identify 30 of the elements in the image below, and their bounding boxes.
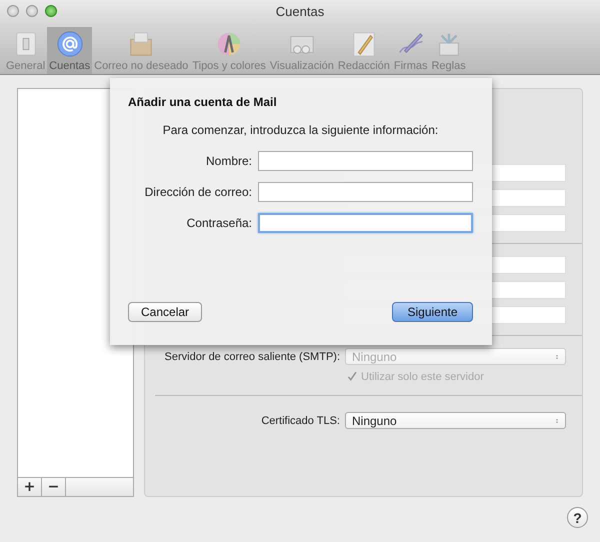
field-label: Nombre: bbox=[206, 154, 252, 168]
toolbar-tab[interactable]: Cuentas bbox=[47, 27, 92, 74]
input-field[interactable] bbox=[258, 213, 473, 233]
dialog-title: Añadir una cuenta de Mail bbox=[128, 95, 278, 109]
toolbar-tab[interactable]: Redacción bbox=[336, 27, 392, 74]
next-button[interactable]: Siguiente bbox=[392, 302, 473, 322]
window-title: Cuentas bbox=[274, 4, 326, 18]
checkmark-icon bbox=[346, 370, 358, 383]
input-field[interactable] bbox=[258, 151, 473, 171]
toolbar-tab[interactable]: Tipos y colores bbox=[190, 27, 268, 74]
zoom-button[interactable] bbox=[45, 5, 57, 17]
field-label: Contraseña: bbox=[186, 216, 252, 230]
field-label: Certificado TLS: bbox=[261, 414, 340, 426]
instruction-text: Para comenzar, introduzca la siguiente información: bbox=[162, 123, 440, 137]
field-label: Servidor de correo saliente (SMTP): bbox=[164, 350, 340, 362]
remove-button[interactable]: − bbox=[42, 478, 66, 496]
toolbar-tab[interactable]: Correo no deseado bbox=[92, 27, 190, 74]
toolbar-tab[interactable]: General bbox=[4, 27, 48, 74]
dropdown[interactable]: Ninguno bbox=[345, 412, 566, 429]
at-sign-icon bbox=[54, 30, 85, 58]
help-button[interactable]: ? bbox=[567, 507, 588, 528]
cancel-button[interactable]: Cancelar bbox=[128, 302, 202, 322]
minimize-button[interactable] bbox=[26, 5, 38, 17]
toolbar-tab[interactable]: Firmas bbox=[392, 27, 430, 74]
toolbar-tab[interactable]: Reglas bbox=[429, 27, 468, 74]
add-button[interactable]: + bbox=[18, 478, 42, 496]
field-label: Dirección de correo: bbox=[144, 185, 252, 199]
input-field[interactable] bbox=[258, 182, 473, 202]
close-button[interactable] bbox=[7, 5, 19, 17]
toolbar-tab[interactable]: Visualización bbox=[268, 27, 336, 74]
